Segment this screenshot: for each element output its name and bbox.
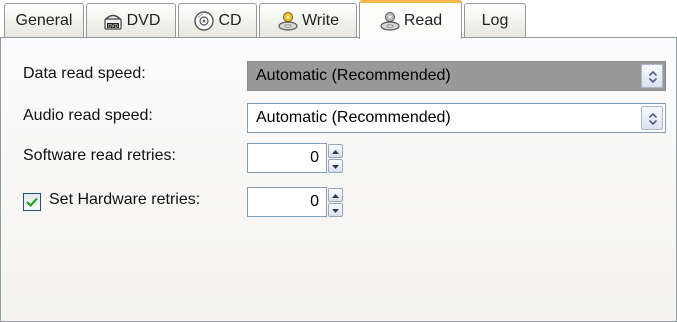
hardware-retries-row: Set Hardware retries: 0 [1, 185, 677, 219]
data-read-speed-dropdown-button[interactable] [641, 64, 663, 88]
audio-read-speed-select[interactable]: Automatic (Recommended) [247, 103, 666, 133]
tab-dvd-label: DVD [126, 12, 161, 29]
hardware-retries-increment-button[interactable] [328, 188, 343, 202]
arrow-up-icon [332, 194, 339, 198]
audio-read-speed-dropdown-button[interactable] [641, 106, 663, 130]
updown-arrows-icon [648, 112, 658, 126]
hardware-retries-input[interactable]: 0 [247, 187, 327, 217]
read-settings-panel: Data read speed: Automatic (Recommended)… [0, 37, 677, 322]
data-read-speed-label: Data read speed: [23, 65, 146, 82]
software-read-retries-label: Software read retries: [23, 147, 176, 164]
tab-log[interactable]: Log [464, 3, 526, 38]
cd-icon [193, 10, 215, 32]
software-read-retries-row: Software read retries: 0 [1, 141, 677, 175]
tab-write-label: Write [301, 12, 340, 29]
audio-read-speed-label: Audio read speed: [23, 107, 153, 124]
hardware-retries-checkbox[interactable] [23, 193, 41, 211]
read-settings-window: General DVD DVD CD Write Read Log Data r… [0, 0, 677, 322]
data-read-speed-select[interactable]: Automatic (Recommended) [247, 61, 666, 91]
hardware-retries-decrement-button[interactable] [328, 203, 343, 217]
arrow-down-icon [332, 209, 339, 213]
dvd-drive-icon: DVD [102, 10, 124, 32]
audio-read-speed-row: Audio read speed: Automatic (Recommended… [1, 101, 677, 135]
data-read-speed-row: Data read speed: Automatic (Recommended) [1, 59, 677, 93]
tab-cd[interactable]: CD [178, 3, 257, 38]
arrow-down-icon [332, 165, 339, 169]
checkmark-icon [26, 197, 38, 208]
data-read-speed-value: Automatic (Recommended) [256, 67, 451, 84]
tab-cd-label: CD [218, 12, 242, 29]
tab-read-label: Read [403, 12, 443, 29]
tab-log-label: Log [481, 12, 509, 29]
tab-strip: General DVD DVD CD Write Read Log [0, 0, 677, 39]
tab-general-label: General [15, 12, 73, 29]
arrow-up-icon [332, 150, 339, 154]
hardware-retries-label[interactable]: Set Hardware retries: [49, 191, 200, 209]
updown-arrows-icon [648, 70, 658, 84]
write-disc-icon [277, 10, 299, 32]
audio-read-speed-value: Automatic (Recommended) [256, 109, 451, 126]
software-retries-increment-button[interactable] [328, 144, 343, 158]
hardware-retries-spinner [328, 187, 343, 217]
tab-dvd[interactable]: DVD DVD [86, 3, 176, 38]
read-disc-icon [379, 10, 401, 32]
dvd-badge: DVD [108, 23, 118, 29]
software-read-retries-input[interactable]: 0 [247, 143, 327, 173]
software-retries-decrement-button[interactable] [328, 159, 343, 173]
tab-write[interactable]: Write [259, 3, 357, 38]
tab-read[interactable]: Read [359, 0, 462, 39]
tab-general[interactable]: General [4, 3, 84, 38]
software-read-retries-spinner [328, 143, 343, 173]
